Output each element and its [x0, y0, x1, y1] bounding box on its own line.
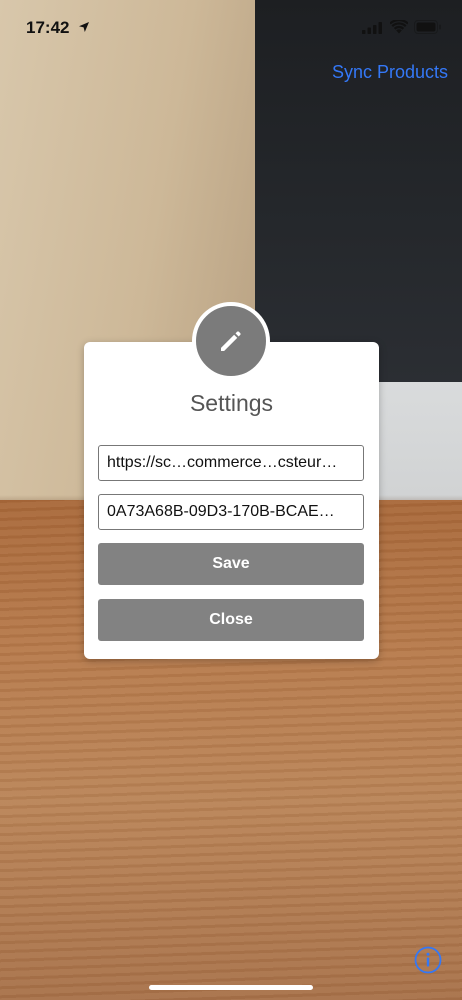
store-url-field[interactable]: https://sc…commerce…csteur…	[98, 445, 364, 481]
api-key-field[interactable]: 0A73A68B-09D3-170B-BCAE…	[98, 494, 364, 530]
sync-products-button[interactable]: Sync Products	[332, 62, 448, 83]
location-arrow-icon	[79, 22, 89, 32]
close-button[interactable]: Close	[98, 599, 364, 641]
status-bar: 17:42	[0, 0, 462, 56]
info-icon[interactable]	[414, 946, 442, 974]
save-button[interactable]: Save	[98, 543, 364, 585]
home-indicator[interactable]	[149, 985, 313, 990]
settings-avatar	[192, 302, 270, 380]
dialog-title: Settings	[189, 390, 274, 416]
battery-icon	[414, 20, 441, 34]
cellular-signal-icon	[362, 22, 382, 34]
wifi-icon	[390, 20, 408, 34]
status-time: 17:42	[26, 18, 70, 37]
monitor-screen	[255, 0, 462, 382]
pencil-icon	[221, 331, 241, 351]
settings-dialog: Settings https://sc…commerce…csteur… 0A7…	[84, 302, 379, 659]
